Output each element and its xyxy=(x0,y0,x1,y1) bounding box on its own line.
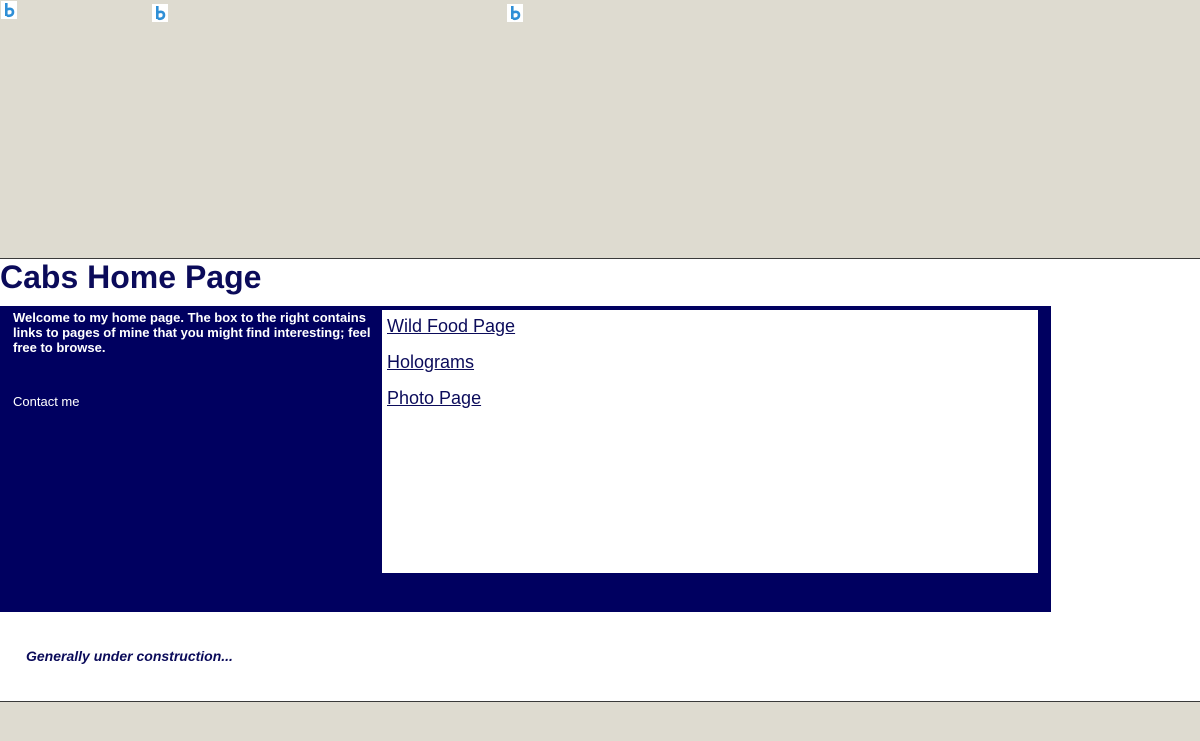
construction-note: Generally under construction... xyxy=(26,648,233,664)
links-box: Wild Food Page Holograms Photo Page xyxy=(382,310,1038,573)
content-panel: Welcome to my home page. The box to the … xyxy=(0,306,1051,612)
bing-b-icon[interactable] xyxy=(152,4,168,22)
contact-me-link[interactable]: Contact me xyxy=(13,394,79,409)
link-photo-page[interactable]: Photo Page xyxy=(387,387,481,409)
bing-b-icon[interactable] xyxy=(1,1,17,19)
page-title: Cabs Home Page xyxy=(0,259,262,295)
link-wild-food-page[interactable]: Wild Food Page xyxy=(387,315,515,337)
top-banner xyxy=(0,0,1200,259)
bing-b-icon[interactable] xyxy=(507,4,523,22)
welcome-text: Welcome to my home page. The box to the … xyxy=(13,310,371,355)
link-holograms[interactable]: Holograms xyxy=(387,351,474,373)
bottom-banner xyxy=(0,701,1200,741)
